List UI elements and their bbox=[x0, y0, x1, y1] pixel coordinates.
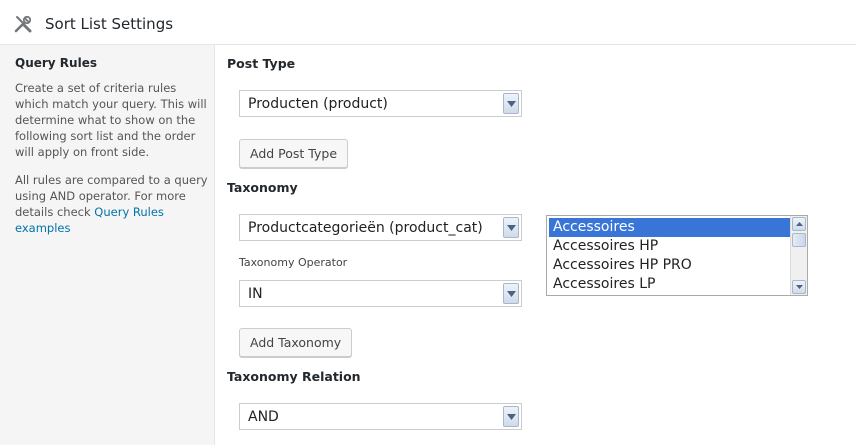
post-type-label: Post Type bbox=[227, 56, 296, 71]
chevron-down-icon bbox=[503, 283, 519, 304]
listbox-item[interactable]: Accessoires HP PRO bbox=[549, 256, 790, 275]
settings-header: Sort List Settings bbox=[0, 0, 856, 45]
taxonomy-operator-value: IN bbox=[248, 286, 263, 302]
taxonomy-select[interactable]: Productcategorieën (product_cat) bbox=[239, 214, 522, 241]
taxonomy-operator-label: Taxonomy Operator bbox=[239, 256, 348, 269]
taxonomy-relation-select[interactable]: AND bbox=[239, 403, 522, 430]
chevron-down-icon bbox=[503, 217, 519, 238]
listbox-item[interactable]: Accessoires HP bbox=[549, 237, 790, 256]
sidebar-title: Query Rules bbox=[15, 56, 97, 70]
listbox-item[interactable]: Accessoires bbox=[549, 218, 790, 237]
sidebar-description-2: All rules are compared to a query using … bbox=[15, 172, 210, 236]
page-title: Sort List Settings bbox=[45, 15, 174, 33]
tools-icon bbox=[14, 15, 32, 33]
post-type-select-value: Producten (product) bbox=[248, 96, 388, 112]
scroll-down-icon[interactable] bbox=[792, 280, 806, 294]
taxonomy-operator-select[interactable]: IN bbox=[239, 280, 522, 307]
chevron-down-icon bbox=[503, 406, 519, 427]
scroll-up-icon[interactable] bbox=[792, 217, 806, 231]
scroll-thumb[interactable] bbox=[792, 233, 806, 247]
sidebar-help: Query Rules Create a set of criteria rul… bbox=[0, 45, 215, 445]
taxonomy-relation-label: Taxonomy Relation bbox=[227, 369, 361, 384]
add-taxonomy-button[interactable]: Add Taxonomy bbox=[239, 328, 353, 357]
taxonomy-label: Taxonomy bbox=[227, 180, 298, 195]
chevron-down-icon bbox=[503, 93, 519, 114]
post-type-select[interactable]: Producten (product) bbox=[239, 90, 522, 117]
add-post-type-button[interactable]: Add Post Type bbox=[239, 139, 349, 168]
taxonomy-terms-listbox[interactable]: Accessoires Accessoires HP Accessoires H… bbox=[546, 215, 808, 296]
sidebar-description: Create a set of criteria rules which mat… bbox=[15, 81, 207, 159]
listbox-scrollbar[interactable] bbox=[790, 216, 807, 295]
taxonomy-relation-value: AND bbox=[248, 409, 279, 425]
listbox-item[interactable]: Accessoires LP bbox=[549, 275, 790, 294]
taxonomy-select-value: Productcategorieën (product_cat) bbox=[248, 220, 483, 236]
